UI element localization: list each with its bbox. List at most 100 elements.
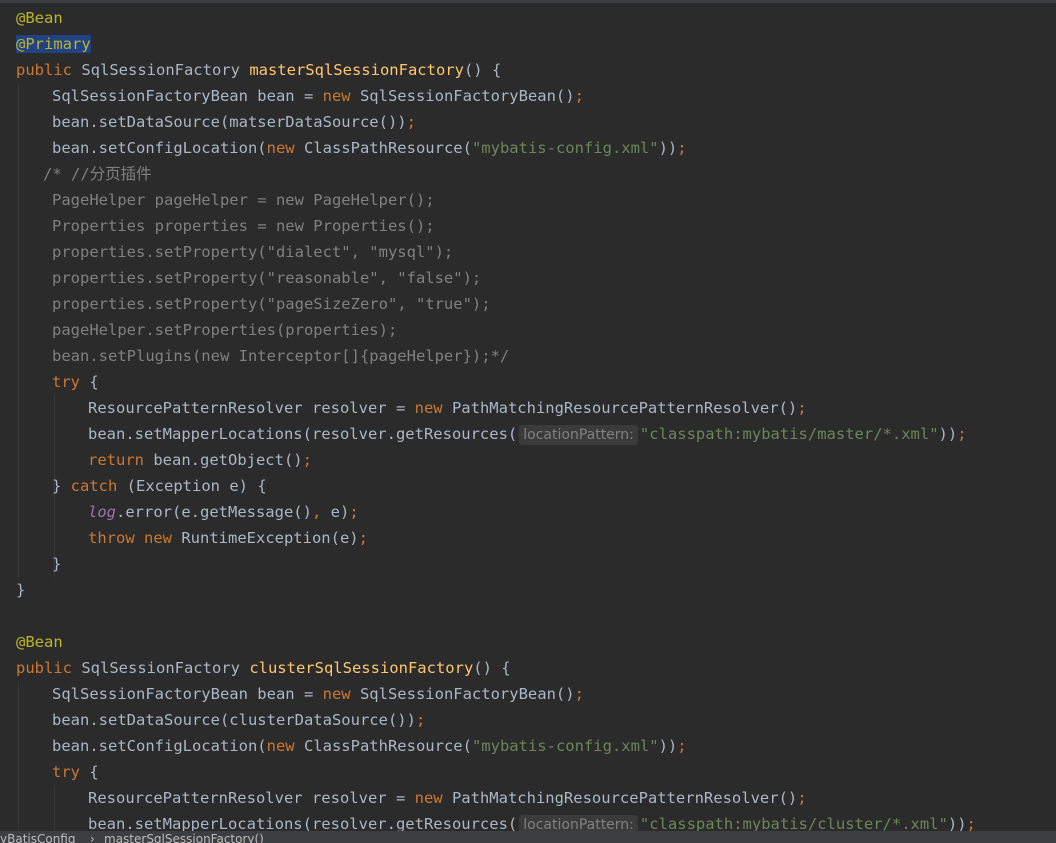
code-line[interactable]: } (0, 577, 1056, 603)
code-token: try (52, 373, 90, 391)
code-token: new (414, 399, 452, 417)
code-line[interactable]: bean.setConfigLocation(new ClassPathReso… (0, 733, 1056, 759)
code-token: ; (358, 529, 368, 547)
code-line[interactable]: bean.setDataSource(clusterDataSource()); (0, 707, 1056, 733)
code-line[interactable]: properties.setProperty("dialect", "mysql… (0, 239, 1056, 265)
code-token: )) (938, 425, 958, 443)
code-token: new (266, 139, 304, 157)
code-line[interactable]: } catch (Exception e) { (0, 473, 1056, 499)
code-token: SqlSessionFactoryBean bean = (52, 87, 323, 105)
code-token: ; (957, 425, 967, 443)
code-token: ; (966, 815, 976, 831)
code-line[interactable]: log.error(e.getMessage(), e); (0, 499, 1056, 525)
code-token: ; (574, 87, 584, 105)
code-token: } (16, 581, 26, 599)
code-line[interactable]: /* //分页插件 (0, 161, 1056, 187)
code-line[interactable]: ResourcePatternResolver resolver = new P… (0, 785, 1056, 811)
code-editor[interactable]: @Bean @Primary public SqlSessionFactory ma… (0, 5, 1056, 831)
code-line[interactable]: @Bean (0, 629, 1056, 655)
code-token: () { (463, 61, 502, 79)
code-token: SqlSessionFactory (81, 61, 250, 79)
code-token: () { (473, 659, 511, 677)
code-token: properties.setProperty("reasonable", "fa… (52, 269, 482, 287)
code-token: } (52, 555, 62, 573)
code-token: properties.setProperty("dialect", "mysql… (52, 243, 454, 261)
code-token: public (16, 61, 82, 79)
code-token: "classpath:mybatis/cluster/*.xml" (639, 815, 948, 831)
code-line[interactable]: try { (0, 759, 1056, 785)
code-line[interactable]: } (0, 551, 1056, 577)
code-line[interactable]: try { (0, 369, 1056, 395)
code-token: properties.setProperty("pageSizeZero", "… (52, 295, 491, 313)
code-token: bean.setMapperLocations(resolver.getReso… (88, 425, 518, 443)
code-token: ; (574, 685, 584, 703)
breadcrumb-method[interactable]: masterSqlSessionFactory() (104, 832, 264, 843)
code-line[interactable] (0, 603, 1056, 629)
parameter-hint: locationPattern: (519, 815, 638, 831)
code-token: @Bean (16, 9, 63, 27)
code-token: @Primary (16, 35, 91, 53)
breadcrumb-class[interactable]: yBatisConfig (0, 832, 75, 843)
code-line[interactable]: SqlSessionFactoryBean bean = new SqlSess… (0, 83, 1056, 109)
code-token: RuntimeException(e) (181, 529, 359, 547)
code-token: bean.setDataSource(clusterDataSource()) (52, 711, 416, 729)
code-token: ; (797, 399, 807, 417)
code-token: SqlSessionFactoryBean() (359, 87, 575, 105)
code-token: bean.setConfigLocation( (52, 139, 267, 157)
code-token: /* //分页插件 (43, 165, 152, 183)
code-line[interactable]: bean.setMapperLocations(resolver.getReso… (0, 421, 1056, 447)
code-token: new (322, 685, 360, 703)
code-line[interactable]: SqlSessionFactoryBean bean = new SqlSess… (0, 681, 1056, 707)
code-line[interactable]: @Bean (0, 5, 1056, 31)
code-token: new (322, 87, 360, 105)
code-token: )) (947, 815, 967, 831)
code-token: ; (677, 139, 687, 157)
code-line[interactable]: bean.setMapperLocations(resolver.getReso… (0, 811, 1056, 831)
code-line[interactable]: bean.setDataSource(matserDataSource()); (0, 109, 1056, 135)
editor-top-border (0, 0, 1056, 3)
parameter-hint: locationPattern: (519, 425, 638, 445)
code-line[interactable]: @Primary (0, 31, 1056, 57)
code-token: ResourcePatternResolver resolver = (88, 399, 415, 417)
code-token: "classpath:mybatis/master/*.xml" (639, 425, 939, 443)
code-token: (Exception e) { (126, 477, 267, 495)
code-line[interactable]: bean.setPlugins(new Interceptor[]{pageHe… (0, 343, 1056, 369)
code-token: log (88, 503, 116, 521)
code-token: ClassPathResource( (303, 737, 472, 755)
code-token: public (16, 659, 82, 677)
code-token: bean.setMapperLocations(resolver.getReso… (88, 815, 518, 831)
code-line[interactable]: Properties properties = new Properties()… (0, 213, 1056, 239)
code-token: { (89, 373, 99, 391)
code-token: throw (88, 529, 144, 547)
code-token: ; (415, 711, 426, 729)
code-token: SqlSessionFactory (81, 659, 250, 677)
code-line[interactable]: PageHelper pageHelper = new PageHelper()… (0, 187, 1056, 213)
code-line[interactable]: properties.setProperty("reasonable", "fa… (0, 265, 1056, 291)
code-line[interactable]: properties.setProperty("pageSizeZero", "… (0, 291, 1056, 317)
code-token: bean.getObject() (153, 451, 303, 469)
code-line[interactable]: throw new RuntimeException(e); (0, 525, 1056, 551)
code-line[interactable]: public SqlSessionFactory clusterSqlSessi… (0, 655, 1056, 681)
code-token: return (88, 451, 154, 469)
code-token: )) (658, 139, 678, 157)
code-line[interactable]: public SqlSessionFactory masterSqlSessio… (0, 57, 1056, 83)
code-line[interactable]: bean.setConfigLocation(new ClassPathReso… (0, 135, 1056, 161)
code-token: "mybatis-config.xml" (471, 737, 659, 755)
code-token: ; (677, 737, 687, 755)
code-token: PageHelper pageHelper = new PageHelper()… (52, 191, 435, 209)
code-token: .error(e.getMessage() (116, 503, 312, 521)
code-token: "mybatis-config.xml" (471, 139, 659, 157)
code-token: )) (658, 737, 678, 755)
code-token: ; (406, 113, 416, 131)
code-token: bean.setPlugins(new Interceptor[]{pageHe… (52, 347, 510, 365)
code-token: new (266, 737, 304, 755)
code-line[interactable]: pageHelper.setProperties(properties); (0, 317, 1056, 343)
code-line[interactable]: return bean.getObject(); (0, 447, 1056, 473)
breadcrumb-bar: yBatisConfig › masterSqlSessionFactory() (0, 831, 1056, 843)
code-token: ; (349, 503, 359, 521)
code-token: new (144, 529, 182, 547)
breadcrumb-separator-icon: › (90, 832, 95, 843)
code-token: SqlSessionFactoryBean bean = (52, 685, 323, 703)
code-token: clusterSqlSessionFactory (249, 659, 474, 677)
code-line[interactable]: ResourcePatternResolver resolver = new P… (0, 395, 1056, 421)
